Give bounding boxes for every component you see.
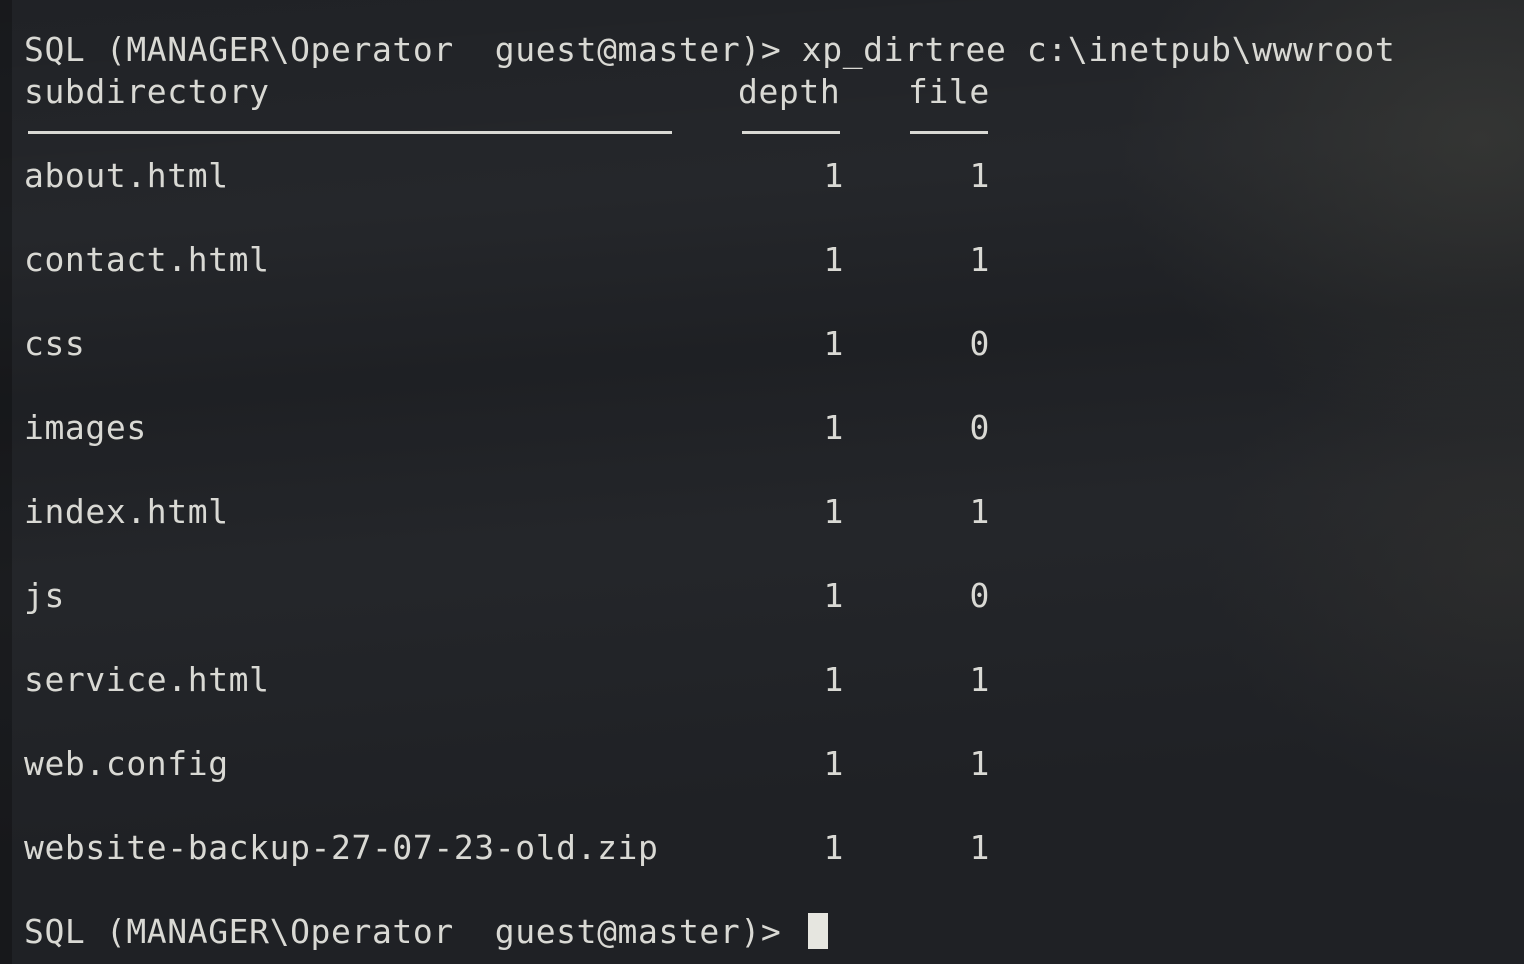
row-depth: 1 [823,408,844,447]
input-line[interactable]: SQL (MANAGER\Operator guest@master)> [24,912,828,952]
row-file: 1 [969,744,990,783]
header-subdirectory: subdirectory [24,72,270,111]
terminal-left-edge [0,0,12,964]
header-rule-subdirectory [28,131,672,134]
row-file: 1 [969,828,990,867]
row-subdirectory: contact.html [24,240,270,279]
row-subdirectory: web.config [24,744,229,783]
row-subdirectory: service.html [24,660,270,699]
row-subdirectory: images [24,408,147,447]
row-file: 0 [969,408,990,447]
row-subdirectory: js [24,576,65,615]
row-depth: 1 [823,156,844,195]
command-line: SQL (MANAGER\Operator guest@master)> xp_… [24,30,1395,70]
terminal-window[interactable]: SQL (MANAGER\Operator guest@master)> xp_… [0,0,1524,964]
prompt-text: SQL (MANAGER\Operator guest@master)> [24,912,802,951]
text-cursor[interactable] [807,913,828,949]
row-file: 1 [969,156,990,195]
row-depth: 1 [823,240,844,279]
row-depth: 1 [823,828,844,867]
header-file: file [908,72,990,111]
row-file: 0 [969,576,990,615]
row-depth: 1 [823,660,844,699]
row-depth: 1 [823,492,844,531]
row-file: 1 [969,492,990,531]
row-subdirectory: website-backup-27-07-23-old.zip [24,828,659,867]
row-file: 0 [969,324,990,363]
row-depth: 1 [823,744,844,783]
row-file: 1 [969,660,990,699]
prompt-text: SQL (MANAGER\Operator guest@master)> [24,30,802,69]
row-depth: 1 [823,324,844,363]
command-text: xp_dirtree c:\inetpub\wwwroot [801,30,1396,69]
row-file: 1 [969,240,990,279]
header-depth: depth [738,72,841,111]
header-rule-depth [742,131,840,134]
row-subdirectory: index.html [24,492,229,531]
row-subdirectory: about.html [24,156,229,195]
row-depth: 1 [823,576,844,615]
header-rule-file [910,131,988,134]
row-subdirectory: css [24,324,86,363]
